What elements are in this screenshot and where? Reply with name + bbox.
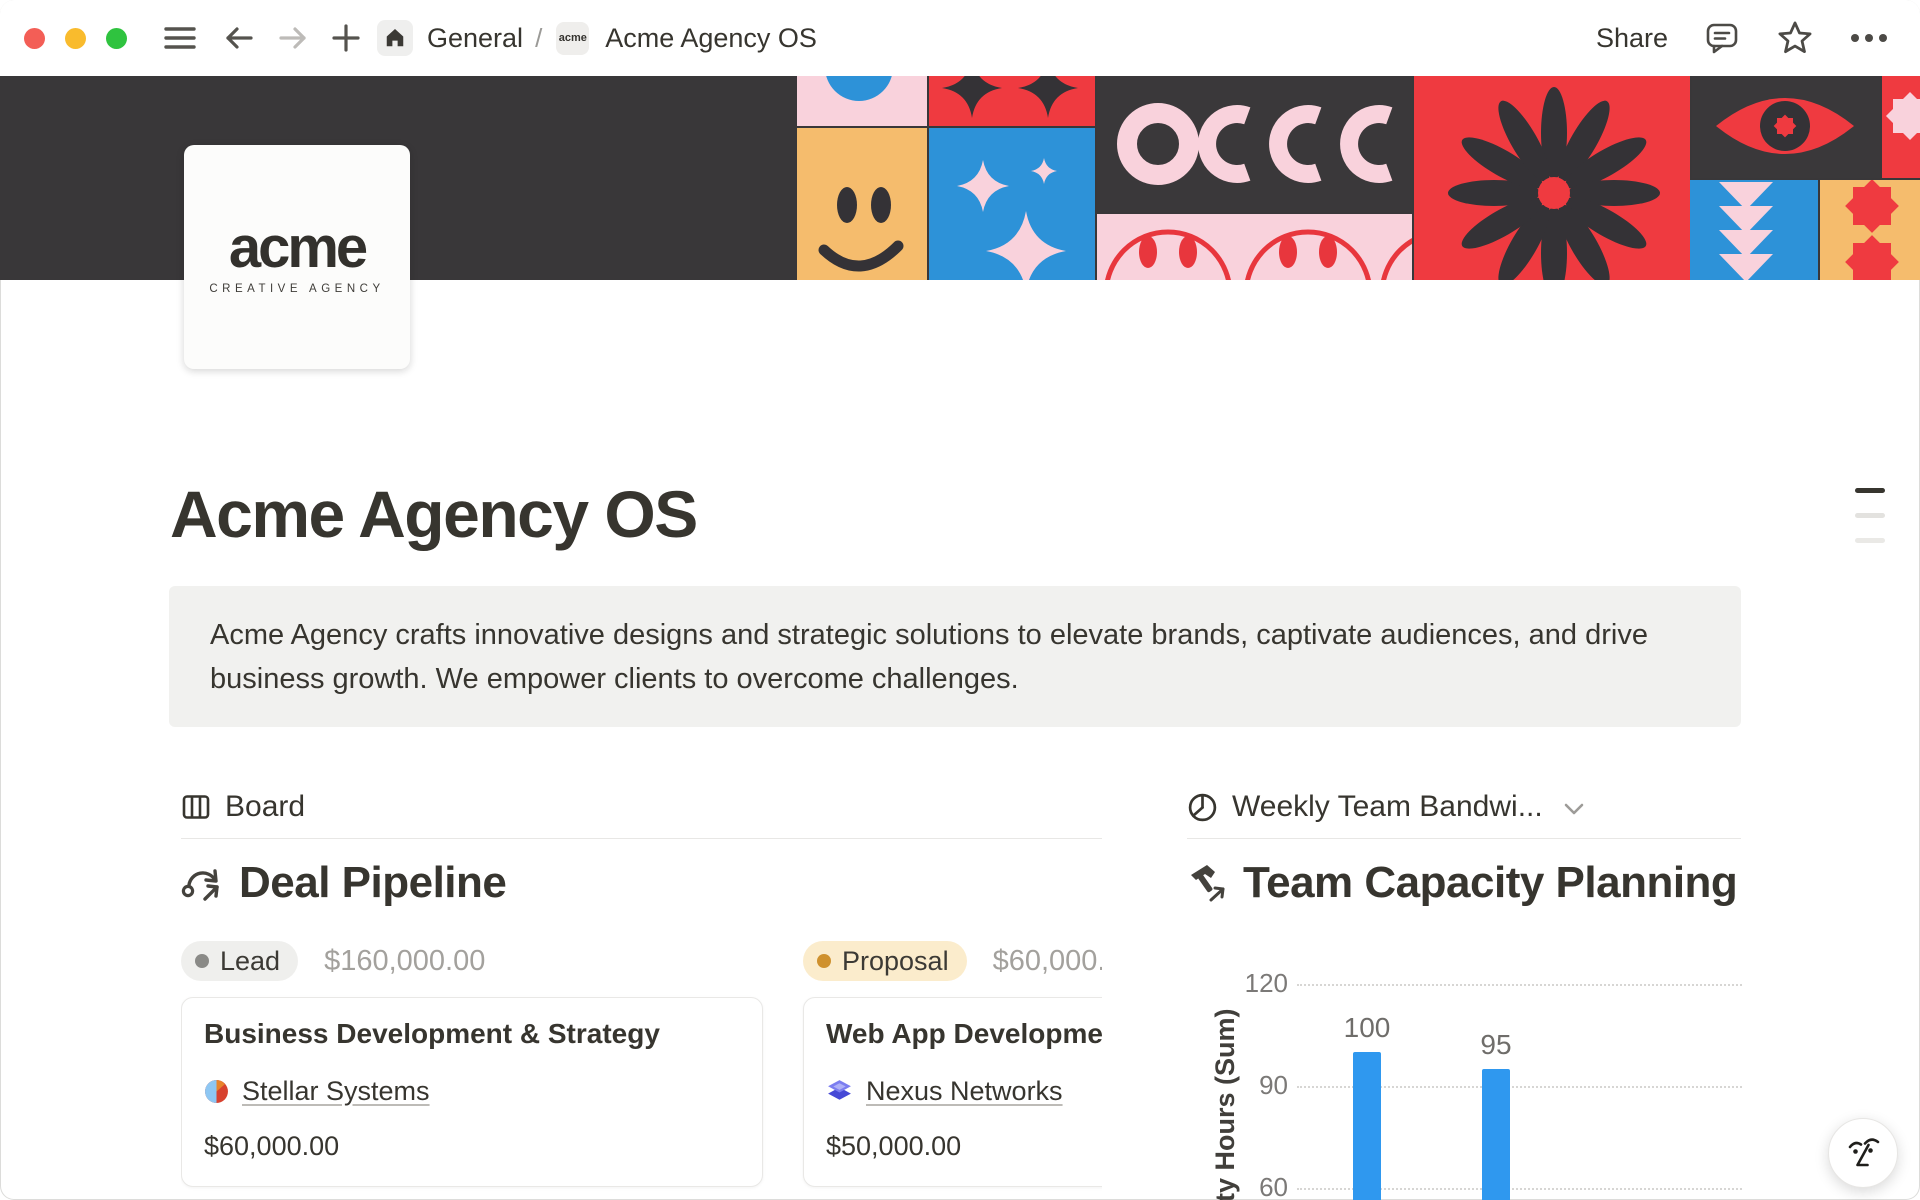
status-badge-lead[interactable]: Lead bbox=[181, 941, 298, 981]
chart-divider bbox=[1187, 838, 1741, 839]
y-tick-60: 60 bbox=[1187, 1172, 1288, 1200]
deal-pipeline-section: Board Deal Pipeline Lead bbox=[181, 780, 1102, 1200]
team-capacity-section: Weekly Team Bandwi... Team Capacity Plan… bbox=[1187, 780, 1741, 1200]
team-capacity-heading: Team Capacity Planning bbox=[1243, 858, 1737, 908]
page-icon-acme[interactable]: acme bbox=[556, 22, 589, 55]
lead-status-label: Lead bbox=[220, 946, 280, 977]
board-view-icon bbox=[181, 792, 211, 822]
breadcrumb-page-title[interactable]: Acme Agency OS bbox=[605, 23, 817, 54]
forward-icon[interactable] bbox=[277, 23, 309, 53]
nexus-networks-logo bbox=[826, 1078, 853, 1105]
deal-card-title: Web App Development bbox=[826, 1018, 1102, 1050]
title-bar-left: General / acme Acme Agency OS bbox=[24, 0, 817, 76]
lead-status-dot bbox=[195, 954, 209, 968]
deal-pipeline-heading: Deal Pipeline bbox=[239, 858, 506, 908]
bar-value-label-95: 95 bbox=[1452, 1029, 1540, 1061]
client-link-stellar-systems[interactable]: Stellar Systems bbox=[242, 1076, 430, 1107]
capacity-bar-2 bbox=[1482, 1069, 1510, 1200]
breadcrumb-separator: / bbox=[535, 23, 542, 54]
chevron-down-icon bbox=[1563, 802, 1585, 816]
deal-card-amount: $50,000.00 bbox=[826, 1131, 1102, 1162]
pie-chart-icon bbox=[1187, 792, 1218, 823]
board-column-proposal: Proposal $60,000.0 Web App Development N… bbox=[803, 940, 1102, 1187]
share-button[interactable]: Share bbox=[1596, 23, 1668, 54]
favorite-star-icon[interactable] bbox=[1776, 19, 1814, 57]
proposal-status-label: Proposal bbox=[842, 946, 949, 977]
title-bar: General / acme Acme Agency OS Share bbox=[0, 0, 1920, 76]
new-tab-plus-icon[interactable] bbox=[331, 23, 361, 53]
intro-callout-text: Acme Agency crafts innovative designs an… bbox=[210, 613, 1700, 701]
proposal-status-dot bbox=[817, 954, 831, 968]
proposal-column-sum: $60,000.0 bbox=[993, 945, 1102, 978]
board-tab-label: Board bbox=[225, 790, 305, 824]
breadcrumb-workspace[interactable]: General bbox=[427, 23, 523, 54]
deal-card-web-app[interactable]: Web App Development Nexus Networks $50,0… bbox=[803, 997, 1102, 1187]
acme-logo-wordmark: acme bbox=[229, 219, 365, 277]
proposal-column-header: Proposal $60,000.0 bbox=[803, 940, 1102, 982]
status-badge-proposal[interactable]: Proposal bbox=[803, 941, 967, 981]
notion-ai-face-icon bbox=[1843, 1133, 1883, 1173]
deal-card-business-development[interactable]: Business Development & Strategy Stellar … bbox=[181, 997, 763, 1187]
client-link-nexus-networks[interactable]: Nexus Networks bbox=[866, 1076, 1063, 1107]
page-title: Acme Agency OS bbox=[170, 476, 697, 552]
lead-column-sum: $160,000.00 bbox=[324, 945, 485, 978]
capacity-bar-1 bbox=[1353, 1052, 1381, 1200]
board-column-lead: Lead $160,000.00 Business Development & … bbox=[181, 940, 763, 1187]
notion-window: General / acme Acme Agency OS Share bbox=[0, 0, 1920, 1200]
pipeline-cycle-icon bbox=[181, 861, 225, 905]
cover-mosaic-graphic bbox=[796, 76, 1920, 280]
deal-card-client-row: Nexus Networks bbox=[826, 1076, 1102, 1107]
lead-column-header: Lead $160,000.00 bbox=[181, 940, 763, 982]
intro-callout: Acme Agency crafts innovative designs an… bbox=[169, 586, 1741, 727]
maximize-window-button[interactable] bbox=[106, 28, 127, 49]
back-icon[interactable] bbox=[223, 23, 255, 53]
stellar-systems-logo bbox=[204, 1079, 229, 1104]
deal-card-client-row: Stellar Systems bbox=[204, 1076, 740, 1107]
table-of-contents-indicator[interactable] bbox=[1855, 488, 1885, 563]
minimize-window-button[interactable] bbox=[65, 28, 86, 49]
deal-card-title: Business Development & Strategy bbox=[204, 1018, 740, 1050]
title-bar-right: Share bbox=[1596, 0, 1888, 76]
home-icon[interactable] bbox=[377, 20, 413, 56]
hammer-icon bbox=[1187, 862, 1229, 904]
capacity-bar-chart: ty Hours (Sum) 120 90 60 100 95 bbox=[1187, 940, 1741, 1200]
tab-board-view[interactable]: Board bbox=[181, 790, 305, 824]
bar-value-label-100: 100 bbox=[1323, 1012, 1411, 1044]
board-divider bbox=[181, 838, 1102, 839]
deal-card-amount: $60,000.00 bbox=[204, 1131, 740, 1162]
acme-logo-tagline: CREATIVE AGENCY bbox=[209, 283, 384, 295]
team-capacity-heading-row: Team Capacity Planning bbox=[1187, 858, 1737, 908]
chart-view-label: Weekly Team Bandwi... bbox=[1232, 790, 1543, 824]
more-options-ellipsis-icon[interactable] bbox=[1850, 32, 1888, 44]
y-tick-120: 120 bbox=[1187, 968, 1288, 999]
acme-logo-card: acme CREATIVE AGENCY bbox=[184, 145, 410, 369]
chart-view-selector[interactable]: Weekly Team Bandwi... bbox=[1187, 790, 1585, 824]
sidebar-menu-icon[interactable] bbox=[163, 24, 197, 52]
comments-icon[interactable] bbox=[1704, 20, 1740, 56]
close-window-button[interactable] bbox=[24, 28, 45, 49]
gridline-120 bbox=[1297, 984, 1742, 986]
deal-pipeline-heading-row: Deal Pipeline bbox=[181, 858, 506, 908]
notion-ai-button[interactable] bbox=[1828, 1118, 1898, 1188]
y-tick-90: 90 bbox=[1187, 1070, 1288, 1101]
